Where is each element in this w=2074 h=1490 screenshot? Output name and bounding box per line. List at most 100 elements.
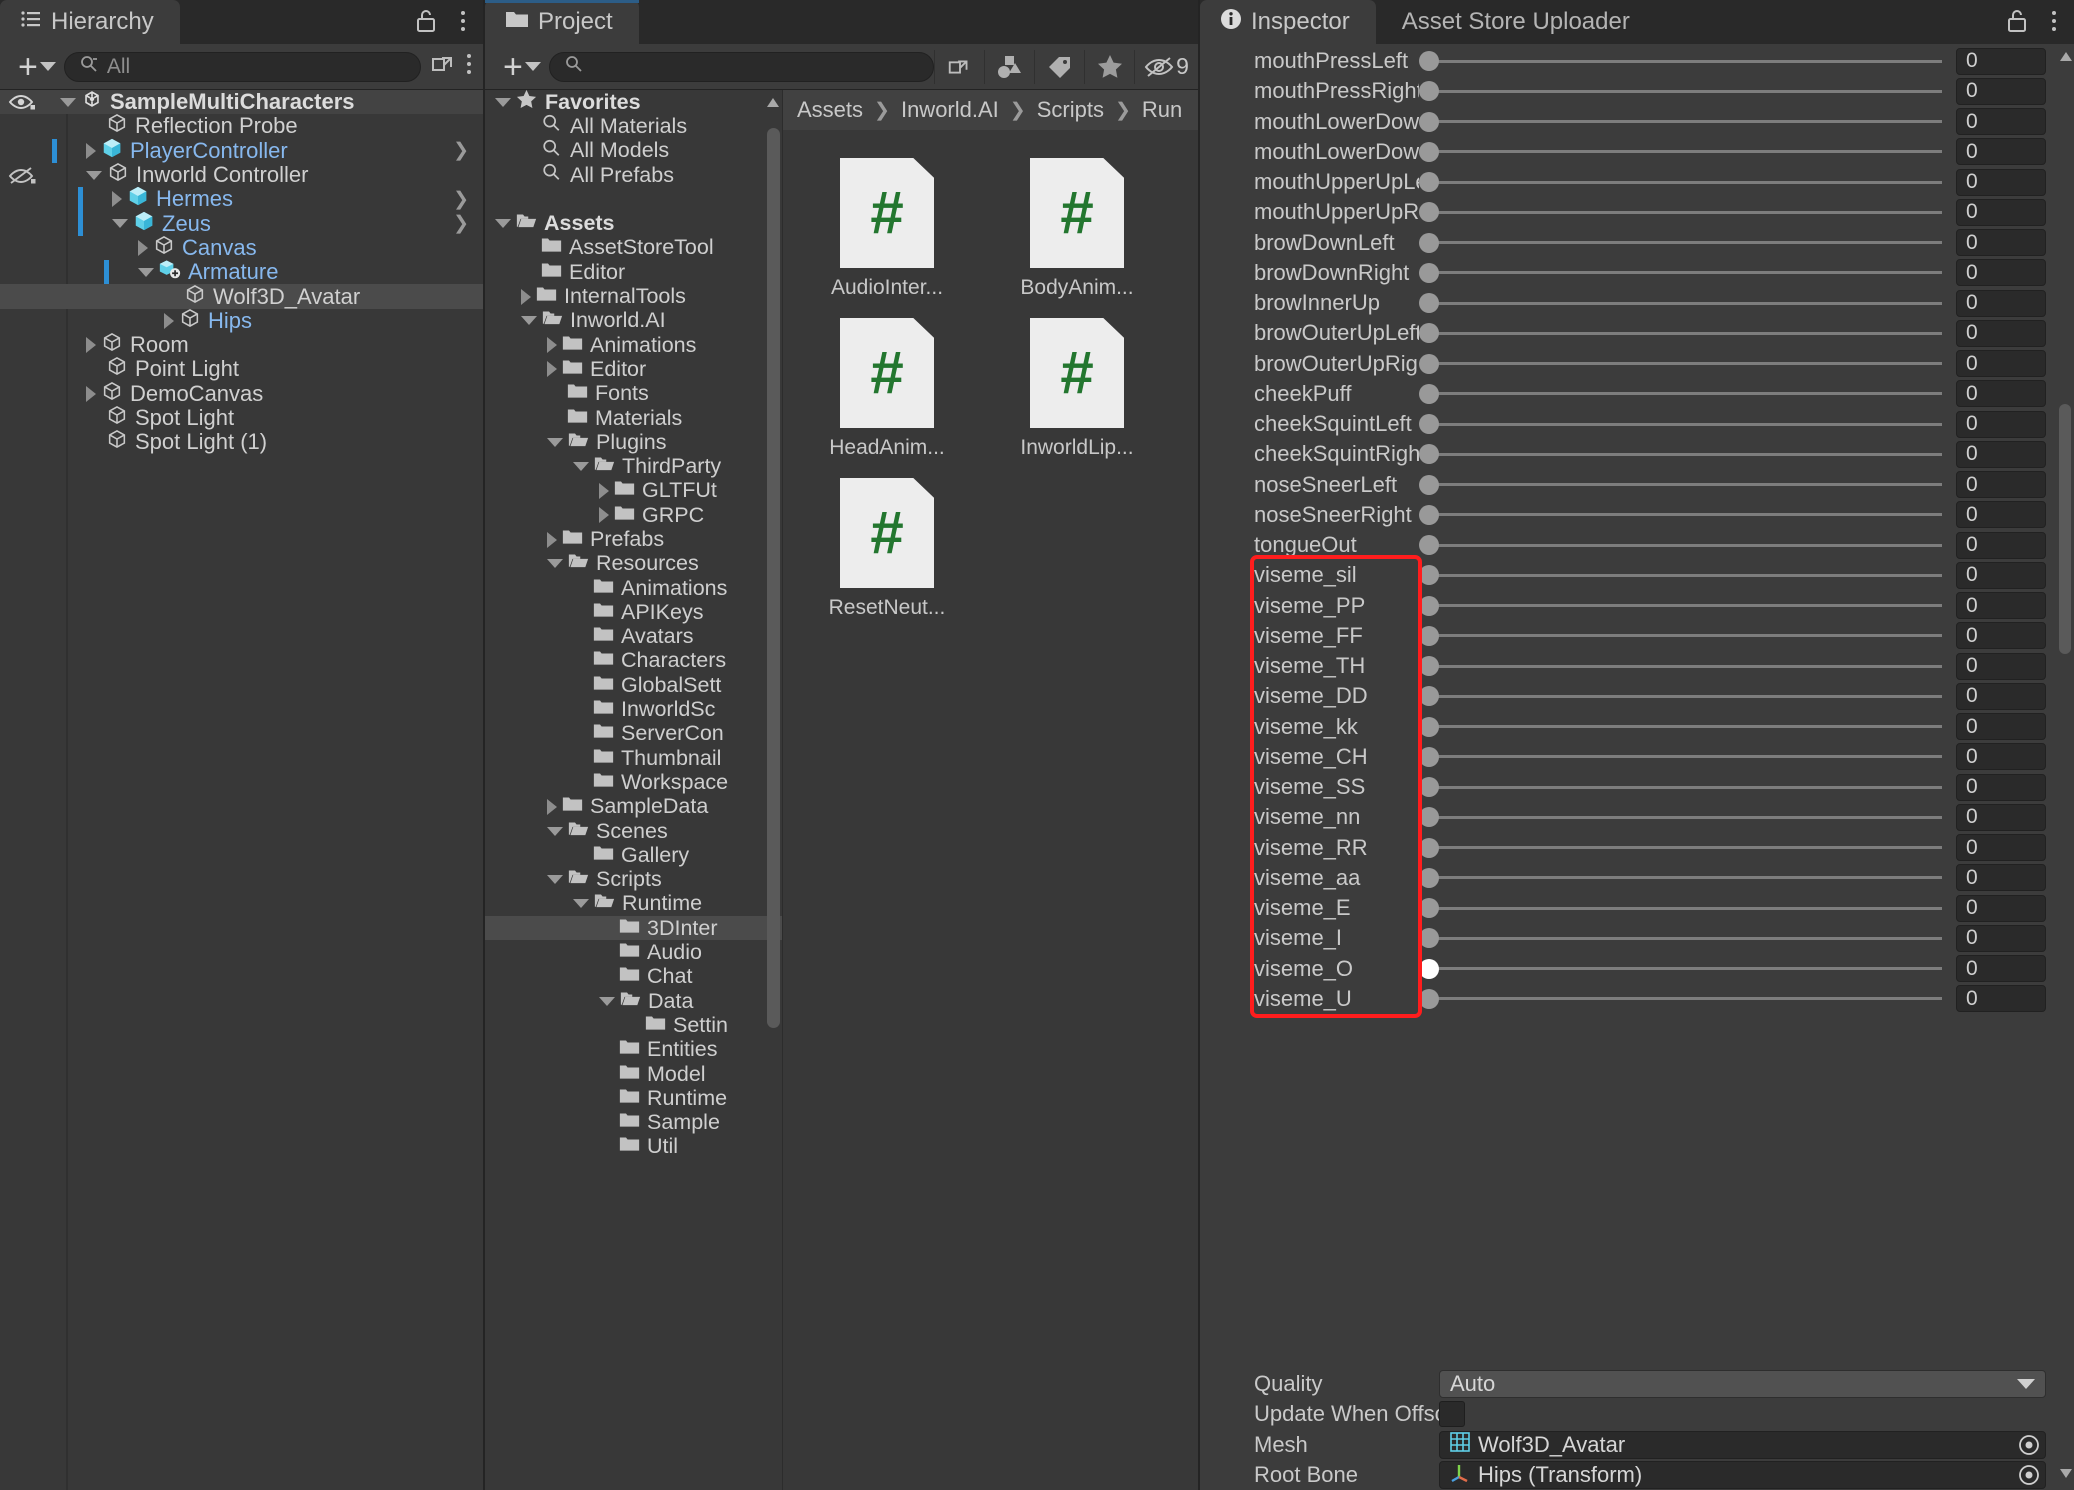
twisty-closed-icon[interactable] [138, 239, 148, 256]
project-tree-item-sampledata[interactable]: SampleData [485, 794, 782, 819]
hierarchy-item-wolf3d-avatar[interactable]: Wolf3D_Avatar [0, 284, 483, 309]
slider-handle[interactable] [1419, 111, 1439, 132]
twisty-closed-icon[interactable] [547, 361, 557, 378]
chevron-right-icon[interactable]: ❯ [453, 188, 469, 211]
slider-handle[interactable] [1419, 958, 1439, 979]
slider-handle[interactable] [1419, 867, 1439, 888]
breadcrumb-item-inworld-ai[interactable]: Inworld.AI [901, 97, 999, 123]
hierarchy-item-armature[interactable]: Armature [0, 259, 483, 285]
update-when-offscreen-checkbox[interactable] [1439, 1401, 1465, 1428]
blendshape-value-field[interactable]: 0 [1956, 652, 2046, 680]
hierarchy-search-input[interactable]: All [63, 51, 421, 82]
slider-handle[interactable] [1419, 202, 1439, 223]
project-tree-item-thirdparty[interactable]: ThirdParty [485, 454, 782, 478]
blendshape-slider[interactable] [1419, 742, 1946, 772]
slider-handle[interactable] [1419, 565, 1439, 586]
blendshape-slider[interactable] [1419, 712, 1946, 742]
blendshape-slider[interactable] [1419, 863, 1946, 893]
blendshape-value-field[interactable]: 0 [1956, 713, 2046, 741]
blendshape-slider[interactable] [1419, 500, 1946, 530]
blendshape-slider[interactable] [1419, 439, 1946, 469]
blendshape-slider[interactable] [1419, 76, 1946, 106]
hierarchy-item-hermes[interactable]: Hermes ❯ [0, 186, 483, 212]
blendshape-slider[interactable] [1419, 349, 1946, 379]
blendshape-value-field[interactable]: 0 [1956, 501, 2046, 529]
visibility-toggle-icon[interactable] [8, 163, 38, 187]
asset-item[interactable]: # AudioInter... [815, 158, 959, 300]
hierarchy-item-point-light[interactable]: Point Light [0, 356, 483, 381]
tab-inspector[interactable]: Inspector [1200, 0, 1376, 44]
blendshape-slider[interactable] [1419, 288, 1946, 318]
twisty-open-icon[interactable] [86, 170, 102, 180]
mesh-object-field[interactable]: Wolf3D_Avatar [1439, 1430, 2046, 1459]
blendshape-value-field[interactable]: 0 [1956, 985, 2046, 1013]
twisty-closed-icon[interactable] [164, 312, 174, 329]
twisty-closed-icon[interactable] [521, 288, 531, 305]
slider-handle[interactable] [1419, 686, 1439, 707]
tab-project[interactable]: Project [485, 0, 639, 44]
tab-asset-store-uploader[interactable]: Asset Store Uploader [1376, 0, 1656, 44]
twisty-closed-icon[interactable] [112, 191, 122, 208]
object-picker-icon[interactable] [2017, 1463, 2041, 1487]
twisty-closed-icon[interactable] [599, 482, 609, 499]
blendshape-value-field[interactable]: 0 [1956, 138, 2046, 166]
blendshape-value-field[interactable]: 0 [1956, 259, 2046, 287]
asset-item[interactable]: # InworldLip... [1005, 318, 1149, 460]
inspector-scroll-up-icon[interactable] [2059, 50, 2073, 68]
blendshape-value-field[interactable]: 0 [1956, 77, 2046, 105]
project-tree-item-all-materials[interactable]: All Materials [485, 114, 782, 138]
slider-handle[interactable] [1419, 444, 1439, 465]
slider-handle[interactable] [1419, 81, 1439, 102]
twisty-open-icon[interactable] [521, 316, 537, 326]
lock-icon[interactable] [2006, 8, 2028, 34]
slider-handle[interactable] [1419, 414, 1439, 435]
blendshape-value-field[interactable]: 0 [1956, 682, 2046, 710]
project-tree-item-3dinter[interactable]: 3DInter [485, 916, 782, 941]
blendshape-slider[interactable] [1419, 530, 1946, 560]
inspector-scrollbar[interactable] [2059, 404, 2071, 654]
project-tree-item-gallery[interactable]: Gallery [485, 843, 782, 867]
blendshape-value-field[interactable]: 0 [1956, 198, 2046, 226]
filter-by-type-icon[interactable] [984, 49, 1034, 84]
hidden-items-toggle[interactable]: 9 [1134, 49, 1198, 84]
blendshape-slider[interactable] [1419, 258, 1946, 288]
blendshape-slider[interactable] [1419, 833, 1946, 863]
blendshape-value-field[interactable]: 0 [1956, 108, 2046, 136]
blendshape-slider[interactable] [1419, 923, 1946, 953]
project-tree-item-animations[interactable]: Animations [485, 333, 782, 357]
twisty-open-icon[interactable] [547, 437, 563, 447]
blendshape-value-field[interactable]: 0 [1956, 471, 2046, 499]
project-tree-item-chat[interactable]: Chat [485, 964, 782, 989]
twisty-closed-icon[interactable] [599, 507, 609, 524]
project-tree-item-grpc[interactable]: GRPC [485, 503, 782, 527]
hierarchy-item-samplemulticharacters[interactable]: SampleMultiCharacters [0, 90, 483, 115]
blendshape-slider[interactable] [1419, 107, 1946, 137]
blendshape-value-field[interactable]: 0 [1956, 561, 2046, 589]
breadcrumb-item-run[interactable]: Run [1142, 97, 1182, 123]
blendshape-value-field[interactable]: 0 [1956, 803, 2046, 831]
root-bone-object-field[interactable]: Hips (Transform) [1439, 1460, 2046, 1489]
filter-favorites-icon[interactable] [1084, 49, 1134, 84]
project-tree-item-internaltools[interactable]: InternalTools [485, 284, 782, 308]
slider-handle[interactable] [1419, 232, 1439, 253]
blendshape-value-field[interactable]: 0 [1956, 531, 2046, 559]
blendshape-slider[interactable] [1419, 651, 1946, 681]
hierarchy-search-expand-icon[interactable] [429, 49, 459, 84]
slider-handle[interactable] [1419, 383, 1439, 404]
blendshape-slider[interactable] [1419, 167, 1946, 197]
asset-item[interactable]: # BodyAnim... [1005, 158, 1149, 300]
slider-handle[interactable] [1419, 928, 1439, 949]
twisty-open-icon[interactable] [547, 559, 563, 569]
blendshape-slider[interactable] [1419, 228, 1946, 258]
slider-handle[interactable] [1419, 353, 1439, 374]
blendshape-value-field[interactable]: 0 [1956, 350, 2046, 378]
project-search-input[interactable] [548, 51, 934, 82]
project-tree-item-editor[interactable]: Editor [485, 260, 782, 284]
project-tree-item-assets[interactable]: Assets [485, 211, 782, 235]
blendshape-value-field[interactable]: 0 [1956, 773, 2046, 801]
project-tree-item-favorites[interactable]: Favorites [485, 90, 782, 114]
twisty-closed-icon[interactable] [86, 337, 96, 354]
blendshape-value-field[interactable]: 0 [1956, 834, 2046, 862]
slider-handle[interactable] [1419, 51, 1439, 72]
create-asset-button[interactable]: + [495, 50, 549, 84]
